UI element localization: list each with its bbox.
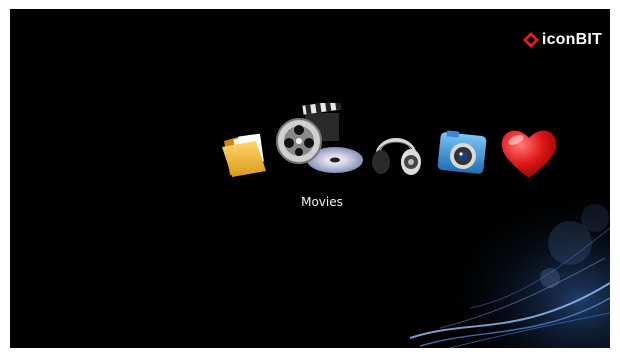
brand-name: iconBIT [541, 31, 602, 48]
heart-icon [501, 130, 557, 178]
media-player-screen: iconBIT Movies [10, 9, 610, 348]
iconbit-diamond-logo-icon [522, 32, 539, 48]
folder-icon [222, 133, 266, 177]
camera-icon [437, 130, 487, 174]
film-reel-disc-icon [276, 103, 363, 173]
menu-item-music[interactable] [369, 128, 423, 178]
background-swoosh [410, 188, 610, 348]
menu-item-folder[interactable] [220, 127, 272, 177]
menu-item-movies[interactable] [275, 103, 365, 175]
brand-logo: iconBIT [522, 31, 602, 49]
menu-item-photo[interactable] [435, 126, 489, 180]
selected-item-label: Movies [301, 195, 343, 209]
menu-item-favorites[interactable] [498, 126, 560, 182]
headphones-icon [372, 138, 421, 175]
